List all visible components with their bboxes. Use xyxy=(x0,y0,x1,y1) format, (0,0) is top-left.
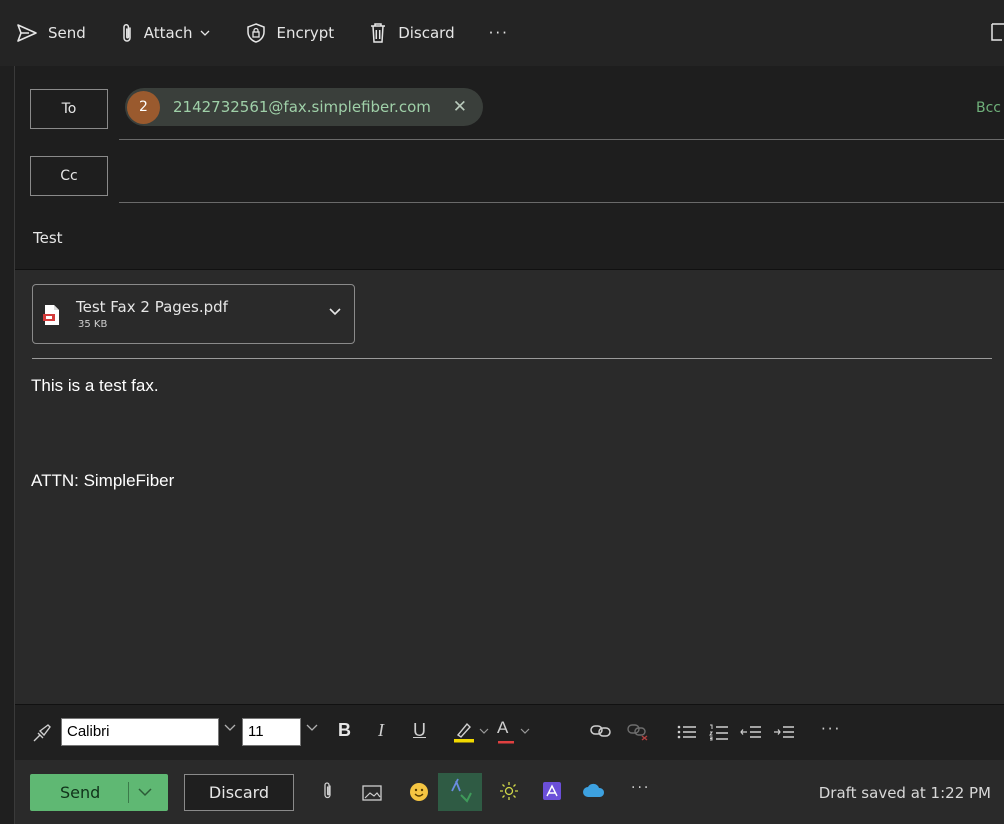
cc-button[interactable]: Cc xyxy=(30,156,108,196)
draft-status: Draft saved at 1:22 PM xyxy=(818,784,991,802)
editor-icon[interactable] xyxy=(438,773,482,811)
decrease-indent-icon[interactable] xyxy=(740,724,762,740)
close-icon[interactable]: ✕ xyxy=(453,98,467,116)
bullet-list-icon[interactable] xyxy=(677,724,697,740)
link-icon[interactable] xyxy=(590,723,612,739)
body-text-line: This is a test fax. xyxy=(31,376,159,395)
paperclip-icon[interactable] xyxy=(322,781,334,801)
bcc-link[interactable]: Bcc xyxy=(976,100,1001,116)
chevron-down-icon[interactable] xyxy=(328,307,342,317)
compose-panel: To 2 2142732561@fax.simplefiber.com ✕ Bc… xyxy=(14,66,1004,824)
highlighter-icon[interactable] xyxy=(452,720,492,744)
trash-icon xyxy=(371,23,386,43)
send-button-label: Send xyxy=(60,783,101,802)
font-color-icon xyxy=(498,728,530,744)
bold-button[interactable]: B xyxy=(338,720,351,741)
recipient-email: 2142732561@fax.simplefiber.com xyxy=(173,98,431,116)
salesforce-cloud-icon[interactable] xyxy=(582,783,606,799)
discard-toolbar-button[interactable]: Discard xyxy=(368,13,455,53)
chevron-down-icon xyxy=(200,30,209,36)
discard-toolbar-label: Discard xyxy=(398,24,455,42)
paperclip-icon xyxy=(123,24,131,42)
attachment-card[interactable]: Test Fax 2 Pages.pdf 35 KB xyxy=(32,284,355,344)
emoji-icon[interactable] xyxy=(409,782,429,802)
discard-button[interactable]: Discard xyxy=(184,774,294,811)
acrobat-icon[interactable] xyxy=(543,782,561,800)
attach-toolbar-button[interactable]: Attach xyxy=(120,13,211,53)
avatar: 2 xyxy=(127,90,160,124)
more-format-options-button[interactable]: ··· xyxy=(821,720,841,738)
top-toolbar: Send Attach Encrypt Discard ··· xyxy=(0,0,1004,66)
underline-button[interactable]: U xyxy=(413,720,426,741)
shield-lock-icon xyxy=(246,23,265,43)
send-icon xyxy=(17,24,37,42)
image-icon[interactable] xyxy=(362,785,382,801)
font-color-button[interactable]: A xyxy=(497,718,530,744)
send-toolbar-label: Send xyxy=(48,24,86,42)
chevron-down-icon[interactable] xyxy=(305,723,319,733)
popout-icon[interactable] xyxy=(990,22,1004,42)
attachment-divider xyxy=(32,358,992,359)
attachment-name: Test Fax 2 Pages.pdf xyxy=(76,298,228,316)
bottom-action-bar: Send Discard ··· Draft saved at 1:22 PM xyxy=(15,760,1004,824)
more-options-button[interactable]: ··· xyxy=(489,13,509,53)
cc-field-underline xyxy=(119,202,1004,203)
chevron-down-icon[interactable] xyxy=(223,723,237,733)
increase-indent-icon[interactable] xyxy=(773,724,795,740)
chevron-down-icon[interactable] xyxy=(137,786,153,798)
to-button[interactable]: To xyxy=(30,89,108,129)
send-split-divider xyxy=(128,782,129,803)
attachment-size: 35 KB xyxy=(78,319,108,330)
message-body[interactable]: Test Fax 2 Pages.pdf 35 KB This is a tes… xyxy=(15,270,1004,704)
unlink-icon[interactable] xyxy=(627,723,649,741)
pdf-file-icon xyxy=(43,305,59,325)
numbered-list-icon[interactable] xyxy=(709,723,729,741)
format-painter-icon[interactable] xyxy=(31,722,51,744)
encrypt-toolbar-button[interactable]: Encrypt xyxy=(245,13,335,53)
attach-toolbar-label: Attach xyxy=(143,24,193,42)
to-field-underline xyxy=(119,139,1004,140)
font-family-select[interactable]: Calibri xyxy=(61,718,219,746)
encrypt-toolbar-label: Encrypt xyxy=(276,24,335,42)
italic-button[interactable]: I xyxy=(378,720,384,741)
subject-input[interactable] xyxy=(33,226,993,250)
more-apps-button[interactable]: ··· xyxy=(631,780,650,796)
font-size-select[interactable]: 11 xyxy=(242,718,301,746)
message-header: To 2 2142732561@fax.simplefiber.com ✕ Bc… xyxy=(15,66,1004,269)
recipient-chip[interactable]: 2 2142732561@fax.simplefiber.com ✕ xyxy=(125,88,483,126)
send-button[interactable]: Send xyxy=(30,774,168,811)
send-toolbar-button[interactable]: Send xyxy=(16,13,86,53)
sun-icon[interactable] xyxy=(499,781,519,801)
body-text-line: ATTN: SimpleFiber xyxy=(31,471,175,490)
format-toolbar: Calibri 11 B I U A ··· xyxy=(15,704,1004,760)
